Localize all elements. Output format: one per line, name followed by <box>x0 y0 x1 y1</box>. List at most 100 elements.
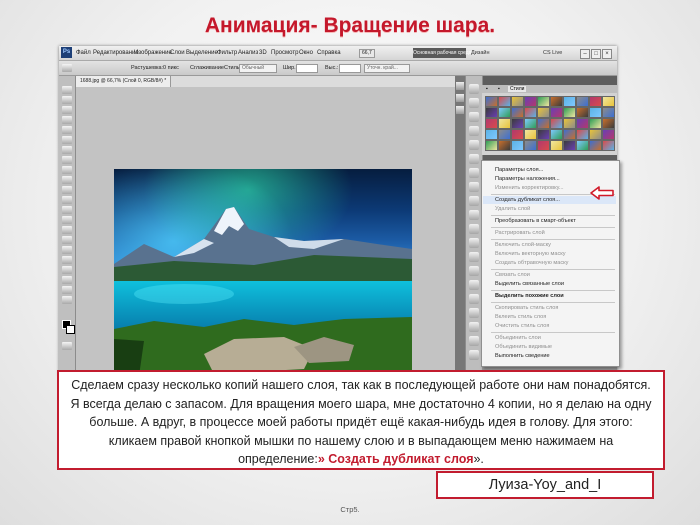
quick-mask-icon[interactable] <box>62 342 72 350</box>
eraser-tool-icon[interactable] <box>62 186 72 194</box>
document-tab[interactable]: 1688.jpg @ 66,7% (Слой 0, RGB/8#) * <box>76 76 172 87</box>
style-swatch[interactable] <box>485 107 498 118</box>
style-swatch[interactable] <box>563 107 576 118</box>
style-swatch[interactable] <box>576 118 589 129</box>
style-swatch[interactable] <box>485 118 498 129</box>
3d-rotate-tool-icon[interactable] <box>62 266 72 274</box>
panel-brush-icon[interactable] <box>469 350 479 360</box>
style-swatch[interactable] <box>576 107 589 118</box>
style-swatch[interactable] <box>511 107 524 118</box>
style-swatch[interactable] <box>524 107 537 118</box>
healing-tool-icon[interactable] <box>62 146 72 154</box>
crop-tool-icon[interactable] <box>62 126 72 134</box>
panel-histogram-icon[interactable] <box>469 238 479 248</box>
menu-item-clear-layer-style[interactable]: Очистить стиль слоя <box>495 323 549 329</box>
style-swatch[interactable] <box>563 118 576 129</box>
style-swatch[interactable] <box>498 129 511 140</box>
hand-tool-icon[interactable] <box>62 286 72 294</box>
tab-color[interactable]: ▪ <box>484 86 490 92</box>
panel-paths-icon[interactable] <box>469 182 479 192</box>
panel-paragraph-icon[interactable] <box>469 266 479 276</box>
style-swatch[interactable] <box>589 118 602 129</box>
panel-3d-icon[interactable] <box>469 196 479 206</box>
menu-item-convert-smart-object[interactable]: Преобразовать в смарт-объект <box>495 218 576 224</box>
menu-view[interactable]: Просмотр <box>271 50 298 56</box>
maximize-icon[interactable]: □ <box>591 49 601 59</box>
style-swatch[interactable] <box>550 96 563 107</box>
width-field[interactable] <box>296 64 318 73</box>
workspace-button[interactable]: Основная рабочая среда <box>413 48 471 58</box>
menu-file[interactable]: Файл <box>76 50 91 56</box>
quick-select-tool-icon[interactable] <box>62 116 72 124</box>
move-tool-icon[interactable] <box>62 86 72 94</box>
menu-item-select-linked-layers[interactable]: Выделить связанные слои <box>495 281 564 287</box>
lasso-tool-icon[interactable] <box>62 106 72 114</box>
marquee-tool-icon[interactable] <box>62 64 72 72</box>
style-swatch[interactable] <box>498 96 511 107</box>
menu-item-create-clipping-mask[interactable]: Создать обтравочную маску <box>495 260 568 266</box>
menu-item-enable-layer-mask[interactable]: Включить слой-маску <box>495 242 551 248</box>
style-swatch[interactable] <box>602 107 615 118</box>
style-swatch[interactable] <box>602 96 615 107</box>
panel-channels-icon[interactable] <box>469 168 479 178</box>
panel-layers-icon[interactable] <box>469 154 479 164</box>
style-swatch[interactable] <box>576 96 589 107</box>
path-select-tool-icon[interactable] <box>62 246 72 254</box>
zoom-tool-icon[interactable] <box>62 296 72 304</box>
panel-adjustments-icon[interactable] <box>469 126 479 136</box>
style-swatch[interactable] <box>563 96 576 107</box>
style-swatch[interactable] <box>563 129 576 140</box>
panel-info-icon[interactable] <box>469 210 479 220</box>
menu-item-merge-visible[interactable]: Объединить видимые <box>495 344 552 350</box>
style-swatch[interactable] <box>550 140 563 151</box>
style-swatch[interactable] <box>589 107 602 118</box>
panel-color-icon[interactable] <box>469 84 479 94</box>
photoshop-logo-icon[interactable]: Ps <box>61 47 72 58</box>
style-swatch[interactable] <box>485 140 498 151</box>
style-swatch[interactable] <box>537 129 550 140</box>
style-swatch[interactable] <box>589 96 602 107</box>
style-swatch[interactable] <box>537 96 550 107</box>
style-swatch[interactable] <box>537 107 550 118</box>
style-swatch[interactable] <box>524 129 537 140</box>
style-swatch[interactable] <box>602 118 615 129</box>
tab-styles[interactable]: Стили <box>508 86 527 92</box>
style-swatch[interactable] <box>511 129 524 140</box>
menu-item-merge-layers[interactable]: Объединить слои <box>495 335 541 341</box>
menu-item-link-layers[interactable]: Связать слои <box>495 272 530 278</box>
style-swatch[interactable] <box>524 96 537 107</box>
panel-tool-presets-icon[interactable] <box>469 294 479 304</box>
style-select[interactable]: Обычный <box>239 64 277 73</box>
style-swatch[interactable] <box>537 118 550 129</box>
history-brush-tool-icon[interactable] <box>62 176 72 184</box>
clone-stamp-tool-icon[interactable] <box>62 166 72 174</box>
menu-image[interactable]: Изображение <box>134 50 172 56</box>
close-icon[interactable]: × <box>602 49 612 59</box>
panel-icon-brushes[interactable] <box>456 106 464 114</box>
style-swatch[interactable] <box>524 118 537 129</box>
style-swatch[interactable] <box>563 140 576 151</box>
style-swatch[interactable] <box>498 140 511 151</box>
style-swatch[interactable] <box>524 140 537 151</box>
menu-filter[interactable]: Фильтр <box>217 50 237 56</box>
panel-clone-source-icon[interactable] <box>469 280 479 290</box>
panel-masks-icon[interactable] <box>469 140 479 150</box>
antialias-checkbox[interactable]: Сглаживание <box>190 65 224 71</box>
zoom-level[interactable]: 66,7 <box>359 49 375 58</box>
menu-3d[interactable]: 3D <box>259 50 267 56</box>
style-swatch[interactable] <box>485 129 498 140</box>
style-swatch[interactable] <box>550 107 563 118</box>
style-swatch[interactable] <box>550 118 563 129</box>
pen-tool-icon[interactable] <box>62 226 72 234</box>
menu-item-flatten-image[interactable]: Выполнить сведение <box>495 353 550 359</box>
cs-live-button[interactable]: CS Live <box>543 50 562 56</box>
style-swatch[interactable] <box>498 107 511 118</box>
gradient-tool-icon[interactable] <box>62 196 72 204</box>
type-tool-icon[interactable] <box>62 236 72 244</box>
brush-tool-icon[interactable] <box>62 156 72 164</box>
style-swatch[interactable] <box>537 140 550 151</box>
menu-select[interactable]: Выделение <box>186 50 218 56</box>
style-swatch[interactable] <box>589 129 602 140</box>
menu-help[interactable]: Справка <box>317 50 341 56</box>
menu-item-duplicate-layer[interactable]: Создать дубликат слоя... <box>495 197 560 203</box>
